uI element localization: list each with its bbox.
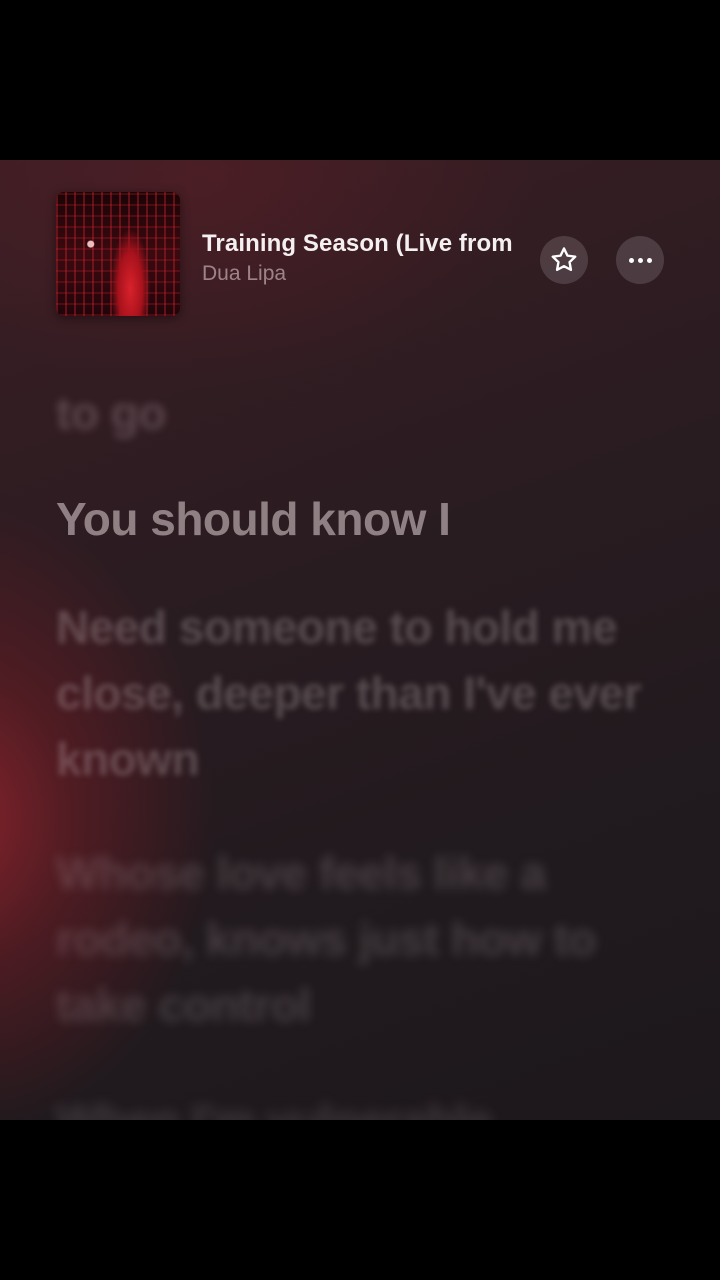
- letterbox-bottom: [0, 1120, 720, 1280]
- more-icon: [628, 257, 652, 263]
- lyric-line-upcoming[interactable]: When I'm vulnerable: [56, 1088, 656, 1120]
- now-playing-header: Training Season (Live from Dua Lipa: [56, 192, 676, 318]
- screen: Training Season (Live from Dua Lipa to g…: [0, 0, 720, 1280]
- more-options-button[interactable]: [616, 236, 664, 284]
- lyrics-player: Training Season (Live from Dua Lipa to g…: [0, 160, 720, 1120]
- track-artist[interactable]: Dua Lipa: [202, 262, 286, 286]
- album-artwork[interactable]: [56, 192, 180, 316]
- lyric-line-upcoming[interactable]: Need someone to hold me close, deeper th…: [56, 594, 656, 792]
- letterbox-top: [0, 0, 720, 160]
- lyric-line-upcoming[interactable]: Whose love feels like a rodeo, knows jus…: [56, 840, 656, 1038]
- lyric-line-previous[interactable]: to go: [56, 380, 656, 446]
- star-icon: [551, 247, 577, 272]
- lyric-line-active[interactable]: You should know I: [56, 486, 656, 552]
- track-title[interactable]: Training Season (Live from: [202, 230, 530, 258]
- favorite-button[interactable]: [540, 236, 588, 284]
